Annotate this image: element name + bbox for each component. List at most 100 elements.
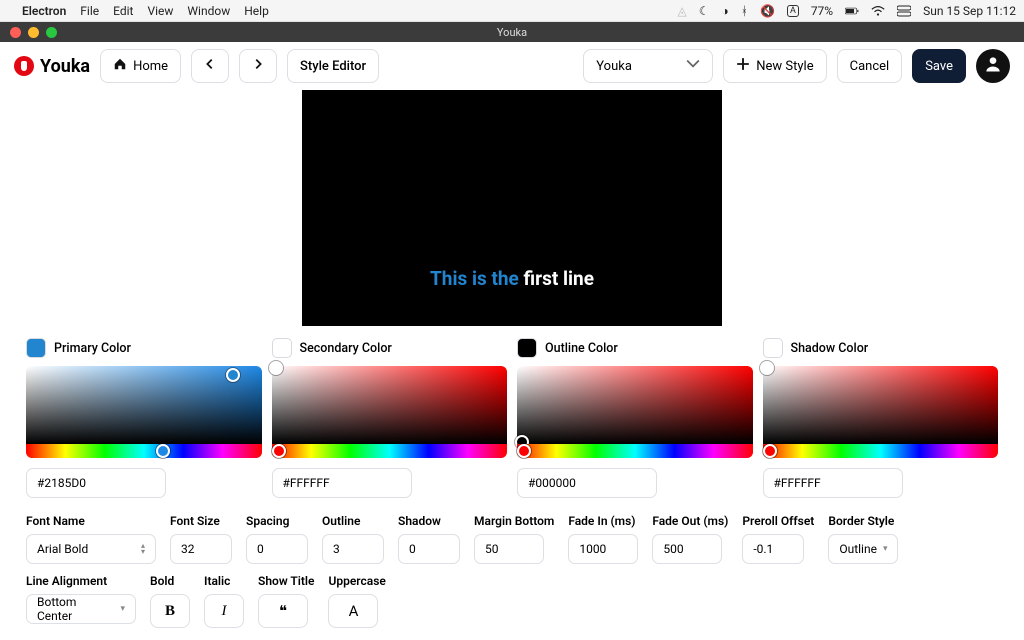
battery-percent: 77% bbox=[811, 4, 833, 18]
line-alignment-select[interactable]: Bottom Center ▾ bbox=[26, 594, 136, 624]
chevron-down-icon bbox=[686, 57, 700, 75]
hue-cursor[interactable] bbox=[272, 444, 286, 458]
border-style-value: Outline bbox=[839, 542, 877, 556]
secondary-hue-slider[interactable] bbox=[272, 444, 508, 458]
italic-toggle[interactable]: I bbox=[204, 594, 244, 628]
italic-label: Italic bbox=[204, 574, 244, 588]
wifi-icon[interactable] bbox=[871, 4, 885, 18]
sv-cursor[interactable] bbox=[226, 368, 240, 382]
secondary-sv-picker[interactable] bbox=[272, 366, 508, 444]
brand-mark-icon bbox=[14, 56, 34, 76]
secondary-hex-input[interactable] bbox=[272, 468, 412, 498]
sv-cursor[interactable] bbox=[760, 361, 774, 375]
avatar[interactable] bbox=[976, 49, 1010, 83]
primary-label: Primary Color bbox=[54, 341, 131, 356]
triangle-icon[interactable]: ◬ bbox=[678, 4, 687, 18]
secondary-color-block: Secondary Color bbox=[272, 338, 508, 498]
outline-hex-input[interactable] bbox=[517, 468, 657, 498]
keyboard-lang-icon[interactable]: A bbox=[787, 5, 799, 17]
preview-canvas: This is the first line bbox=[302, 90, 722, 326]
uppercase-toggle[interactable]: A bbox=[328, 594, 378, 628]
fade-in-label: Fade In (ms) bbox=[568, 514, 638, 528]
hue-cursor[interactable] bbox=[156, 444, 170, 458]
hue-cursor[interactable] bbox=[763, 444, 777, 458]
hue-cursor[interactable] bbox=[517, 444, 531, 458]
mac-menu-edit[interactable]: Edit bbox=[113, 4, 133, 18]
cancel-button[interactable]: Cancel bbox=[837, 49, 903, 83]
spacing-input[interactable] bbox=[257, 542, 297, 556]
mac-menu-app[interactable]: Electron bbox=[22, 4, 66, 18]
preview-text-primary: This is the bbox=[430, 267, 519, 290]
preview-text-rest: first line bbox=[524, 267, 594, 290]
shadow-hex-input[interactable] bbox=[763, 468, 903, 498]
fade-out-label: Fade Out (ms) bbox=[652, 514, 728, 528]
preroll-input[interactable] bbox=[753, 542, 793, 556]
shadow-sv-picker[interactable] bbox=[763, 366, 999, 444]
cancel-label: Cancel bbox=[850, 59, 890, 74]
mac-menu-file[interactable]: File bbox=[80, 4, 99, 18]
window-title: Youka bbox=[0, 26, 1024, 39]
shadow-hue-slider[interactable] bbox=[763, 444, 999, 458]
mac-clock[interactable]: Sun 15 Sep 11:12 bbox=[923, 4, 1016, 18]
volume-mute-icon[interactable]: 🔇 bbox=[760, 4, 775, 18]
outline-swatch bbox=[517, 338, 537, 358]
font-size-input[interactable] bbox=[181, 542, 221, 556]
font-name-value: Arial Bold bbox=[37, 542, 88, 556]
fade-out-input[interactable] bbox=[663, 542, 711, 556]
outline-field-label: Outline bbox=[322, 514, 384, 528]
font-name-select[interactable]: Arial Bold ▴▾ bbox=[26, 534, 156, 564]
brand: Youka bbox=[14, 56, 90, 77]
circle-play-icon[interactable]: ◑ bbox=[722, 4, 729, 18]
show-title-toggle[interactable]: ❝ bbox=[258, 594, 308, 628]
save-button[interactable]: Save bbox=[912, 49, 966, 83]
secondary-swatch bbox=[272, 338, 292, 358]
border-style-label: Border Style bbox=[828, 514, 898, 528]
back-button[interactable] bbox=[191, 49, 229, 83]
primary-color-block: Primary Color bbox=[26, 338, 262, 498]
window-zoom-button[interactable] bbox=[46, 27, 57, 38]
margin-bottom-input[interactable] bbox=[485, 542, 533, 556]
mac-menubar: Electron File Edit View Window Help ◬ ☾ … bbox=[0, 0, 1024, 22]
moon-icon[interactable]: ☾ bbox=[699, 4, 710, 18]
forward-button[interactable] bbox=[239, 49, 277, 83]
fade-in-input[interactable] bbox=[579, 542, 627, 556]
home-label: Home bbox=[133, 59, 168, 74]
preroll-label: Preroll Offset bbox=[742, 514, 814, 528]
bold-toggle[interactable]: B bbox=[150, 594, 190, 628]
style-editor-button[interactable]: Style Editor bbox=[287, 49, 379, 83]
fields-row-1: Font Name Arial Bold ▴▾ Font Size Spacin… bbox=[26, 514, 998, 564]
bluetooth-icon[interactable]: ᚼ bbox=[741, 4, 748, 18]
style-select[interactable]: Youka bbox=[583, 49, 713, 83]
shadow-input[interactable] bbox=[409, 542, 449, 556]
primary-swatch bbox=[26, 338, 46, 358]
spacing-label: Spacing bbox=[246, 514, 308, 528]
primary-hue-slider[interactable] bbox=[26, 444, 262, 458]
primary-hex-input[interactable] bbox=[26, 468, 166, 498]
uppercase-label: Uppercase bbox=[328, 574, 385, 588]
home-button[interactable]: Home bbox=[100, 49, 181, 83]
outline-sv-picker[interactable] bbox=[517, 366, 753, 444]
outline-label: Outline Color bbox=[545, 341, 618, 356]
fields-row-2: Line Alignment Bottom Center ▾ Bold B It… bbox=[26, 574, 998, 628]
new-style-button[interactable]: New Style bbox=[723, 49, 826, 83]
plus-icon bbox=[736, 57, 750, 75]
margin-bottom-label: Margin Bottom bbox=[474, 514, 554, 528]
mac-menu-view[interactable]: View bbox=[147, 4, 173, 18]
preview-text: This is the first line bbox=[302, 267, 722, 290]
style-editor-label: Style Editor bbox=[300, 59, 366, 74]
sv-cursor[interactable] bbox=[269, 361, 283, 375]
window-minimize-button[interactable] bbox=[28, 27, 39, 38]
outline-hue-slider[interactable] bbox=[517, 444, 753, 458]
outline-color-block: Outline Color bbox=[517, 338, 753, 498]
user-icon bbox=[983, 54, 1003, 78]
shadow-swatch bbox=[763, 338, 783, 358]
control-center-icon[interactable] bbox=[897, 4, 911, 18]
battery-icon[interactable] bbox=[845, 4, 859, 18]
mac-menu-help[interactable]: Help bbox=[244, 4, 269, 18]
primary-sv-picker[interactable] bbox=[26, 366, 262, 444]
mac-menu-window[interactable]: Window bbox=[187, 4, 230, 18]
font-name-label: Font Name bbox=[26, 514, 156, 528]
outline-input[interactable] bbox=[333, 542, 373, 556]
window-close-button[interactable] bbox=[10, 27, 21, 38]
border-style-select[interactable]: Outline ▾ bbox=[828, 534, 898, 564]
